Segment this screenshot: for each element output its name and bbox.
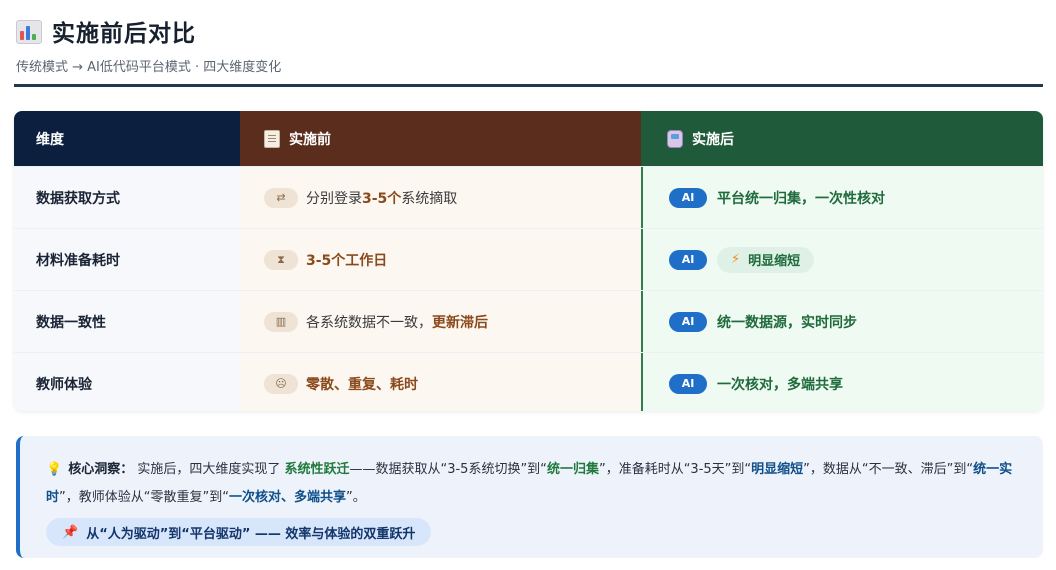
tired-face-icon: ☹ — [264, 373, 298, 394]
title-divider — [14, 84, 1043, 87]
before-text: 3-5个工作日 — [306, 252, 388, 269]
title-row: 实施前后对比 — [16, 12, 1042, 50]
after-cell: AI 一次核对，多端共享 — [641, 353, 1043, 411]
before-highlight: 3-5个 — [362, 190, 402, 207]
before-cell: ⧗ 3-5个工作日 — [240, 229, 641, 290]
table-row: 数据获取方式 ⇄ 分别登录 3-5个 系统摘取 AI 平台统一归集，一次性核对 — [14, 166, 1043, 228]
header-before-label: 实施前 — [289, 131, 331, 148]
after-cell: AI 平台统一归集，一次性核对 — [641, 167, 1043, 228]
dimension-cell: 数据一致性 — [14, 291, 240, 352]
dimension-cell: 材料准备耗时 — [14, 229, 240, 290]
lightbulb-icon: 💡 — [46, 462, 63, 477]
after-text: 平台统一归集，一次性核对 — [717, 190, 885, 207]
after-text: 明显缩短 — [748, 254, 801, 269]
insight-part: ”，教师体验从“零散重复”到“ — [59, 490, 229, 505]
bar-chart-icon — [16, 18, 42, 44]
tagline-pill: 📌 从“人为驱动”到“平台驱动” —— 效率与体验的双重跃升 — [46, 518, 432, 546]
insight-part: 实施后，四大维度实现了 — [133, 462, 285, 477]
header-dimension-label: 维度 — [36, 131, 64, 148]
insight-emphasis: 统一归集 — [546, 462, 599, 477]
dimension-cell: 教师体验 — [14, 353, 240, 411]
dimension-cell: 数据获取方式 — [14, 167, 240, 228]
after-cell: AI ⚡ 明显缩短 — [641, 229, 1043, 290]
insight-emphasis: 一次核对、多端共享 — [228, 490, 346, 505]
before-text: 各系统数据不一致， — [306, 314, 432, 331]
header-after: 实施后 — [641, 111, 1043, 166]
ai-badge: AI — [669, 249, 707, 270]
insight-part: ”，准备耗时从“3-5天”到“ — [598, 462, 752, 477]
before-text: 系统摘取 — [401, 190, 458, 207]
page-title: 实施前后对比 — [52, 21, 196, 47]
comparison-table: 维度 实施前 实施后 数据获取方式 ⇄ 分别登录 3-5个 系统摘取 AI 平台… — [14, 111, 1043, 411]
ai-badge: AI — [669, 311, 707, 332]
bar-chart-icon: ▥ — [264, 311, 298, 332]
ai-badge: AI — [669, 187, 707, 208]
insight-label: 核心洞察： — [68, 462, 134, 477]
page-subtitle: 传统模式 → AI低代码平台模式 · 四大维度变化 — [16, 60, 282, 75]
before-highlight: 更新滞后 — [432, 314, 488, 331]
after-text: 统一数据源，实时同步 — [717, 314, 857, 331]
table-row: 教师体验 ☹ 零散、重复、耗时 AI 一次核对，多端共享 — [14, 352, 1043, 411]
insight-part: ”。 — [345, 490, 366, 505]
header-dimension: 维度 — [14, 111, 240, 166]
clipboard-icon — [264, 129, 280, 148]
before-text: 零散、重复、耗时 — [306, 376, 418, 393]
train-icon — [667, 129, 683, 148]
shortened-pill: ⚡ 明显缩短 — [717, 246, 815, 273]
table-header: 维度 实施前 实施后 — [14, 111, 1043, 166]
before-cell: ☹ 零散、重复、耗时 — [240, 353, 641, 411]
table-row: 数据一致性 ▥ 各系统数据不一致， 更新滞后 AI 统一数据源，实时同步 — [14, 290, 1043, 352]
page-header: 实施前后对比 传统模式 → AI低代码平台模式 · 四大维度变化 — [16, 12, 1042, 75]
after-cell: AI 统一数据源，实时同步 — [641, 291, 1043, 352]
header-before: 实施前 — [240, 111, 641, 166]
lightning-icon: ⚡ — [731, 252, 741, 267]
ai-badge: AI — [669, 373, 707, 394]
table-row: 材料准备耗时 ⧗ 3-5个工作日 AI ⚡ 明显缩短 — [14, 228, 1043, 290]
insight-part: ——数据获取从“3-5系统切换”到“ — [349, 462, 547, 477]
hourglass-icon: ⧗ — [264, 249, 298, 270]
before-cell: ▥ 各系统数据不一致， 更新滞后 — [240, 291, 641, 352]
insight-part: ”，数据从“不一致、滞后”到“ — [803, 462, 974, 477]
insight-text: 💡 核心洞察： 实施后，四大维度实现了 系统性跃迁——数据获取从“3-5系统切换”… — [46, 456, 1017, 512]
insight-emphasis: 明显缩短 — [751, 462, 804, 477]
pushpin-icon: 📌 — [62, 524, 79, 540]
tagline-text: 从“人为驱动”到“平台驱动” —— 效率与体验的双重跃升 — [86, 526, 416, 542]
before-text: 分别登录 — [306, 190, 362, 207]
insight-emphasis: 系统性跃迁 — [284, 462, 350, 477]
header-after-label: 实施后 — [692, 131, 734, 148]
after-text: 一次核对，多端共享 — [717, 376, 843, 393]
before-cell: ⇄ 分别登录 3-5个 系统摘取 — [240, 167, 641, 228]
shuffle-icon: ⇄ — [264, 187, 298, 208]
insight-box: 💡 核心洞察： 实施后，四大维度实现了 系统性跃迁——数据获取从“3-5系统切换”… — [16, 436, 1043, 558]
